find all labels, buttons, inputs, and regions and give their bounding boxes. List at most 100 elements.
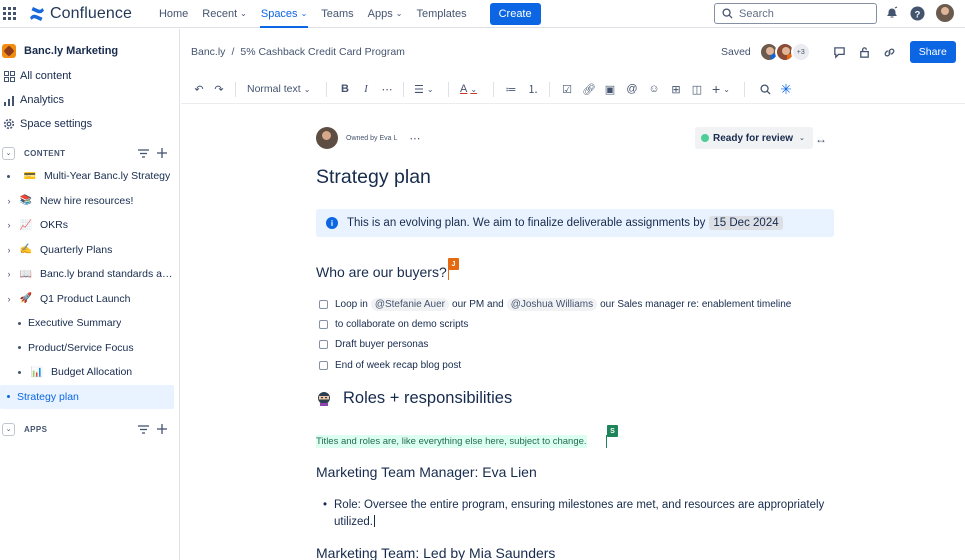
role-bullet[interactable]: Role: Oversee the entire program, ensuri…: [323, 497, 843, 530]
confluence-logo[interactable]: Confluence: [29, 5, 132, 23]
link-icon[interactable]: 🔗︎: [581, 79, 597, 99]
expand-width-icon[interactable]: ↔: [815, 132, 827, 146]
task-checkbox[interactable]: [319, 300, 328, 309]
more-collaborators[interactable]: +3: [790, 42, 811, 62]
notifications-icon[interactable]: [885, 6, 899, 20]
text-style-dropdown[interactable]: Normal text ⌄: [247, 79, 310, 99]
ai-assistant-icon[interactable]: ✳: [778, 79, 794, 99]
nav-spaces[interactable]: Spaces ⌄: [254, 0, 314, 28]
undo-icon[interactable]: ↶: [191, 79, 207, 99]
task-text[interactable]: Loop in: [335, 299, 368, 310]
filter-icon[interactable]: [138, 424, 149, 434]
task-checkbox[interactable]: [319, 361, 328, 370]
emoji-icon[interactable]: ☺: [646, 79, 662, 99]
highlighted-text[interactable]: Titles and roles are, like everything el…: [316, 435, 587, 448]
task-checkbox[interactable]: [319, 320, 328, 329]
space-header[interactable]: Banc.ly Marketing: [0, 40, 179, 62]
search-box[interactable]: [714, 3, 877, 24]
app-switcher-icon[interactable]: [3, 7, 17, 21]
page-title[interactable]: Strategy plan: [316, 166, 431, 189]
info-panel[interactable]: i This is an evolving plan. We aim to fi…: [316, 209, 834, 237]
tree-item[interactable]: › 📖 Banc.ly brand standards an...: [0, 262, 179, 287]
task-text[interactable]: to collaborate on demo scripts: [335, 319, 468, 330]
breadcrumb-space[interactable]: Banc.ly: [191, 46, 225, 58]
chevron-right-icon[interactable]: ›: [4, 196, 14, 206]
chevron-down-icon: ⌄: [300, 9, 308, 18]
tree-item[interactable]: Product/Service Focus: [0, 336, 179, 361]
profile-avatar[interactable]: [936, 4, 954, 22]
status-lozenge[interactable]: Ready for review ⌄: [695, 127, 813, 149]
owner-avatar[interactable]: [316, 127, 338, 149]
mention-chip[interactable]: @Joshua Williams: [506, 298, 598, 311]
redo-icon[interactable]: ↷: [211, 79, 227, 99]
sidebar-item-all-content[interactable]: All content: [0, 64, 179, 88]
breadcrumb-page[interactable]: 5% Cashback Credit Card Program: [240, 46, 405, 58]
text-color-icon[interactable]: A ⌄: [460, 79, 477, 99]
sidebar-item-analytics[interactable]: Analytics: [0, 88, 179, 112]
heading-buyers[interactable]: Who are our buyers?: [316, 264, 447, 280]
comment-icon[interactable]: [833, 46, 846, 59]
nav-teams[interactable]: Teams: [314, 0, 360, 28]
image-icon[interactable]: ▣: [602, 79, 618, 99]
alignment-icon[interactable]: ☰ ⌄: [414, 79, 434, 99]
tree-item[interactable]: › 📚 New hire resources!: [0, 189, 179, 214]
numbered-list-icon[interactable]: ⒈: [525, 79, 541, 99]
search-input[interactable]: [739, 7, 859, 20]
add-icon[interactable]: [157, 424, 167, 434]
task-checkbox[interactable]: [319, 340, 328, 349]
italic-icon[interactable]: I: [358, 79, 374, 99]
table-icon[interactable]: ⊞: [668, 79, 684, 99]
tree-item[interactable]: 📊 Budget Allocation: [0, 360, 179, 385]
tree-item[interactable]: › ✍️ Quarterly Plans: [0, 238, 179, 263]
chevron-right-icon[interactable]: ›: [4, 269, 14, 279]
space-name: Banc.ly Marketing: [24, 45, 119, 57]
mention-icon[interactable]: @: [624, 79, 640, 99]
link-icon[interactable]: [883, 46, 896, 59]
restrictions-icon[interactable]: [858, 46, 871, 59]
tree-item[interactable]: › 📈 OKRs: [0, 213, 179, 238]
role-text: Role: Oversee the entire program, ensuri…: [334, 499, 825, 528]
heading-team[interactable]: Marketing Team: Led by Mia Saunders: [316, 545, 555, 560]
collaborator-cursor-flag: J: [448, 258, 459, 270]
nav-apps[interactable]: Apps ⌄: [361, 0, 410, 28]
sidebar-item-space-settings[interactable]: Space settings: [0, 112, 179, 136]
bullet-list-icon[interactable]: ≔: [503, 79, 519, 99]
more-formatting-icon[interactable]: ⋯: [379, 79, 395, 99]
find-replace-icon[interactable]: [757, 79, 773, 99]
task-text[interactable]: Draft buyer personas: [335, 339, 428, 350]
nav-recent[interactable]: Recent ⌄: [195, 0, 254, 28]
action-item-icon[interactable]: ☑: [559, 79, 575, 99]
date-chip[interactable]: 15 Dec 2024: [709, 216, 783, 230]
ninja-emoji-icon: [318, 391, 330, 406]
task-text[interactable]: End of week recap blog post: [335, 360, 461, 371]
layout-icon[interactable]: ◫: [689, 79, 705, 99]
chevron-right-icon[interactable]: ›: [4, 245, 14, 255]
tree-item-selected[interactable]: Strategy plan: [0, 384, 174, 409]
top-navigation: Confluence Home Recent ⌄ Spaces ⌄ Teams Ap…: [0, 0, 965, 28]
insert-icon[interactable]: + ⌄: [712, 79, 730, 99]
add-icon[interactable]: [157, 148, 167, 158]
toolbar-divider: [326, 82, 327, 97]
tree-item[interactable]: 💳 Multi-Year Banc.ly Strategy: [0, 164, 179, 189]
tree-item[interactable]: Executive Summary: [0, 311, 179, 336]
chevron-down-icon[interactable]: ⌄: [2, 146, 15, 160]
mention-chip[interactable]: @Stefanie Auer: [370, 298, 450, 311]
nav-home[interactable]: Home: [152, 0, 195, 28]
chevron-down-icon[interactable]: ›: [4, 294, 14, 304]
task-text[interactable]: our Sales manager re: enablement timelin…: [600, 299, 791, 310]
content-section-header: ⌄ CONTENT: [0, 142, 179, 164]
tree-item[interactable]: › 🚀 Q1 Product Launch: [0, 287, 179, 312]
nav-templates[interactable]: Templates: [409, 0, 473, 28]
filter-icon[interactable]: [138, 148, 149, 158]
chevron-right-icon[interactable]: ›: [4, 220, 14, 230]
create-button[interactable]: Create: [489, 2, 541, 25]
more-icon[interactable]: ⋯: [409, 132, 421, 145]
chevron-down-icon[interactable]: ⌄: [2, 422, 15, 436]
heading-roles[interactable]: Roles + responsibilities: [343, 389, 512, 408]
help-icon[interactable]: ?: [910, 5, 925, 21]
heading-manager[interactable]: Marketing Team Manager: Eva Lien: [316, 464, 537, 480]
task-text[interactable]: our PM and: [452, 299, 504, 310]
toolbar-divider: [235, 82, 236, 97]
share-button[interactable]: Share: [909, 41, 956, 63]
bold-icon[interactable]: B: [337, 79, 353, 99]
